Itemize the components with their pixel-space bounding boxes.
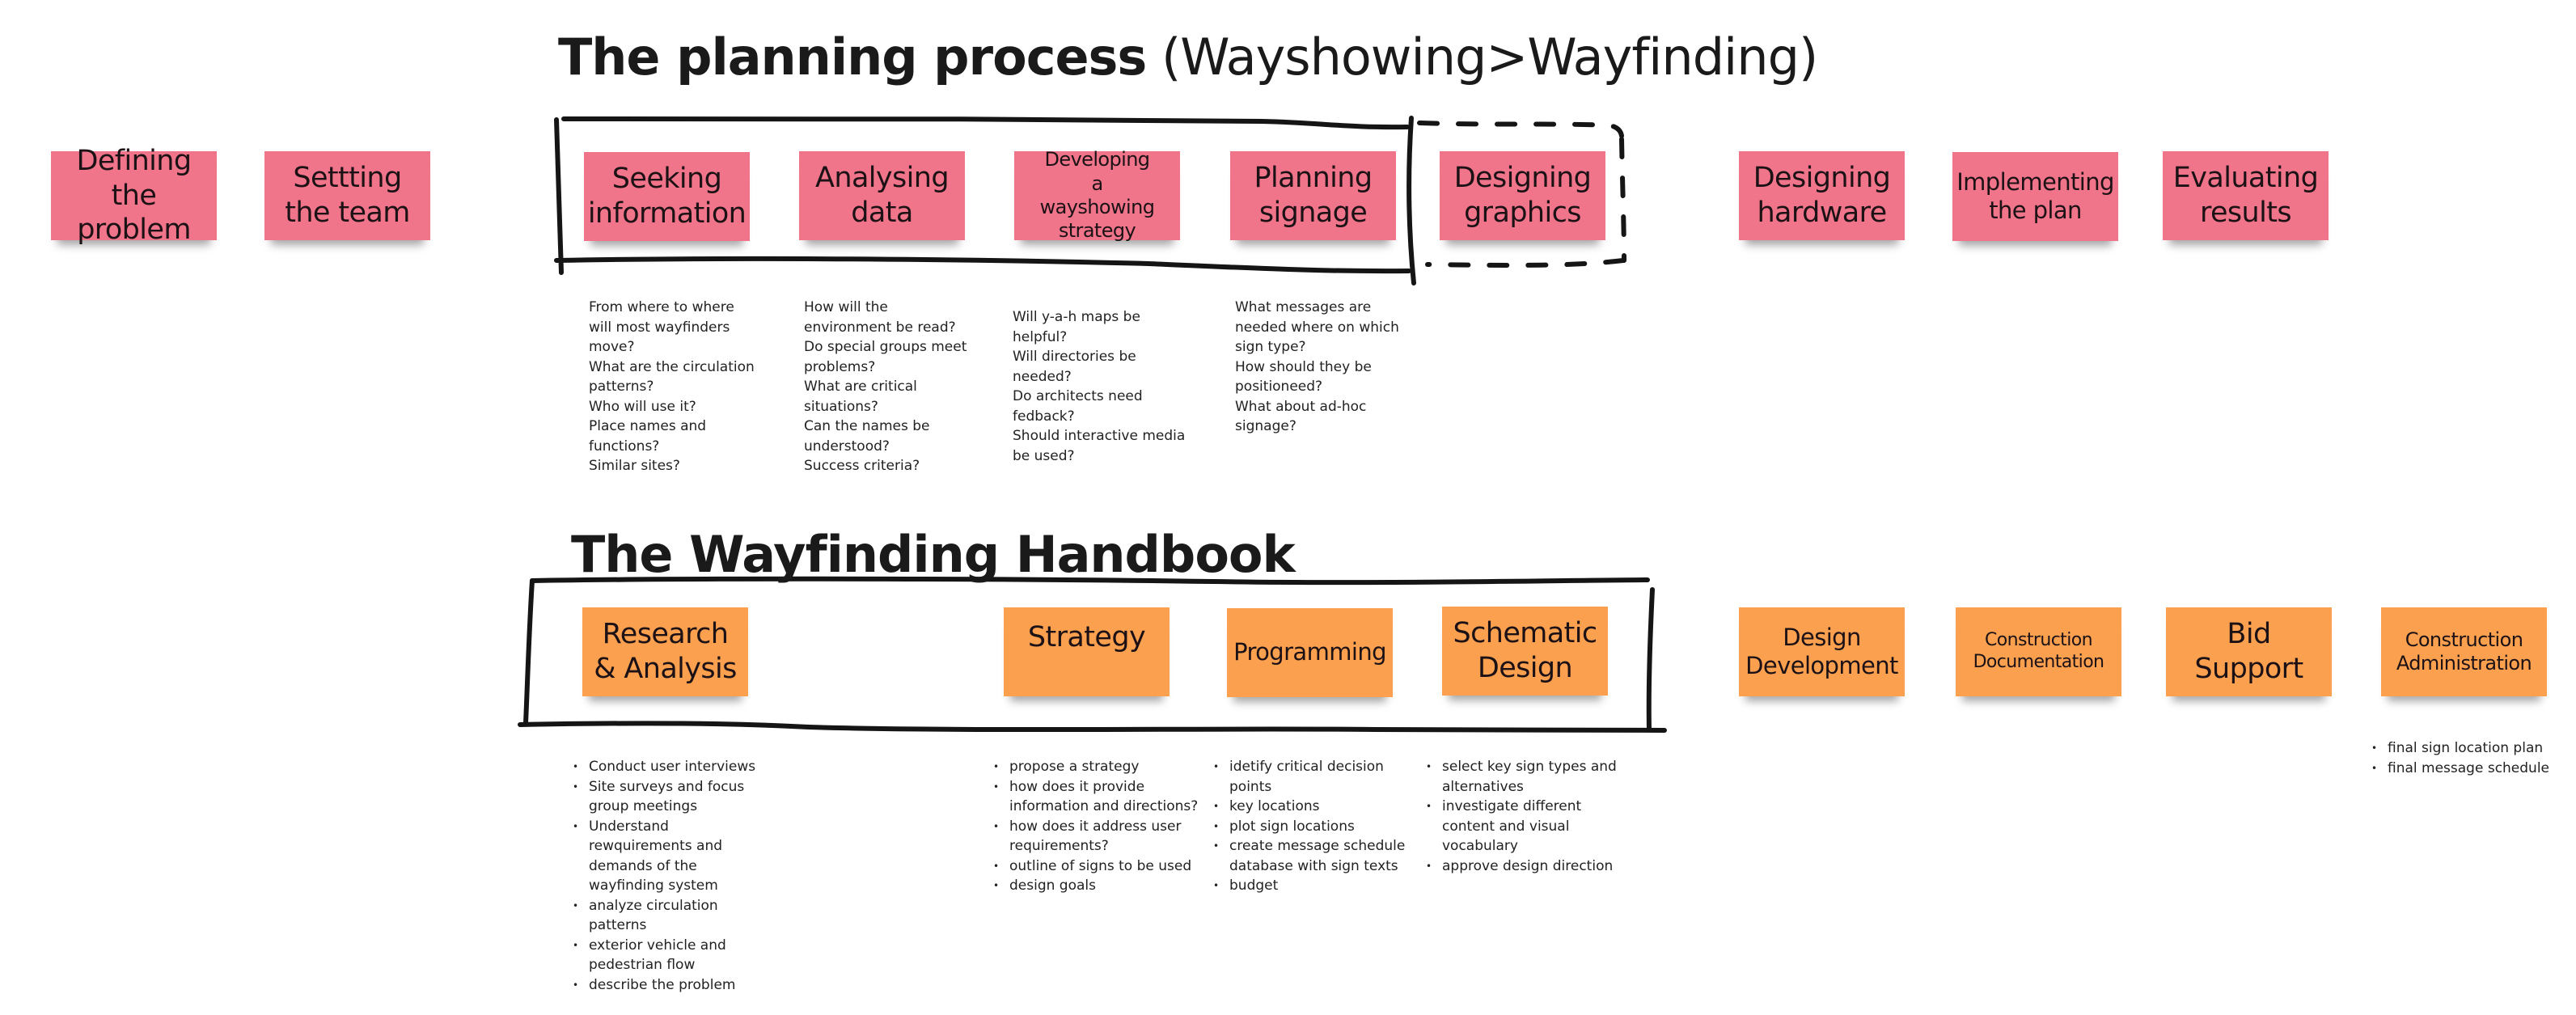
planning-process-title-bold: The planning process — [558, 27, 1147, 87]
questions-analysing-data: How will the environment be read? Do spe… — [804, 298, 978, 476]
question-line: What are the circulation patterns? — [589, 358, 755, 395]
sticky-note-construction-administration[interactable]: Construction Administration — [2381, 607, 2547, 696]
bullet-item: Understand rewquirements and demands of … — [573, 817, 767, 896]
sticky-note-construction-documentation[interactable]: Construction Documentation — [1956, 607, 2121, 696]
sticky-note-strategy[interactable]: Strategy — [1004, 607, 1170, 696]
sticky-note-implementing-the-plan[interactable]: Implementing the plan — [1952, 152, 2118, 241]
question-line: How will the environment be read? — [804, 299, 956, 336]
questions-developing-strategy: Will y-a-h maps be helpful? Will directo… — [1013, 307, 1199, 466]
sticky-note-schematic-design[interactable]: Schematic Design — [1442, 607, 1608, 696]
bullet-item: outline of signs to be used — [993, 856, 1203, 877]
question-line: Will directories be needed? — [1013, 349, 1136, 385]
sticky-note-developing-strategy[interactable]: Developing a wayshowing strategy — [1014, 148, 1180, 242]
bullet-item: describe the problem — [573, 975, 767, 996]
sticky-note-evaluating-results[interactable]: Evaluating results — [2163, 151, 2329, 240]
planning-process-title: The planning process (Wayshowing>Wayfind… — [558, 32, 1818, 82]
sticky-note-planning-signage[interactable]: Planning signage — [1230, 151, 1396, 240]
bullet-item: final sign location plan — [2371, 738, 2574, 759]
bullets-strategy: propose a strategy how does it provide i… — [993, 757, 1203, 896]
bullets-schematic-design: select key sign types and alternatives i… — [1426, 757, 1636, 876]
bullet-item: approve design direction — [1426, 856, 1636, 877]
bullet-item: investigate different content and visual… — [1426, 797, 1636, 856]
bullets-construction-administration: final sign location plan final message s… — [2371, 738, 2574, 778]
wayfinding-handbook-title: The Wayfinding Handbook — [571, 525, 1296, 584]
sticky-note-defining-the-problem[interactable]: Defining the problem — [51, 145, 217, 246]
question-line: Similar sites? — [589, 458, 680, 474]
sticky-note-research-analysis[interactable]: Research & Analysis — [582, 607, 748, 696]
bullet-item: select key sign types and alternatives — [1426, 757, 1636, 797]
bullet-item: final message schedule — [2371, 759, 2574, 779]
bullet-item: create message schedule database with si… — [1213, 836, 1407, 876]
bullet-item: design goals — [993, 876, 1203, 896]
bullet-item: propose a strategy — [993, 757, 1203, 777]
bullet-item: exterior vehicle and pedestrian flow — [573, 936, 767, 975]
question-line: What about ad-hoc signage? — [1235, 398, 1367, 435]
question-line: Success criteria? — [804, 458, 920, 474]
sticky-note-programming[interactable]: Programming — [1227, 608, 1393, 697]
question-line: How should they be positioneed? — [1235, 358, 1372, 395]
bullet-item: how does it provide information and dire… — [993, 777, 1203, 817]
bullet-item: Conduct user interviews — [573, 757, 767, 777]
question-line: Can the names be understood? — [804, 418, 930, 455]
bullet-item: key locations — [1213, 797, 1407, 817]
questions-seeking-information: From where to where will most wayfinders… — [589, 298, 759, 476]
planning-process-title-subtitle: (Wayshowing>Wayfinding) — [1161, 27, 1818, 87]
bullet-item: budget — [1213, 876, 1407, 896]
question-line: Should interactive media be used? — [1013, 428, 1186, 464]
sticky-note-designing-hardware[interactable]: Designing hardware — [1739, 151, 1905, 240]
bullet-item: idetify critical decision points — [1213, 757, 1407, 797]
sticky-note-setting-the-team[interactable]: Settting the team — [264, 151, 430, 240]
question-line: What messages are needed where on which … — [1235, 299, 1399, 355]
question-line: What are critical situations? — [804, 379, 917, 415]
sticky-note-bid-support[interactable]: Bid Support — [2166, 607, 2332, 696]
bullet-item: Site surveys and focus group meetings — [573, 777, 767, 817]
question-line: Who will use it? — [589, 398, 696, 415]
bullets-research-analysis: Conduct user interviews Site surveys and… — [573, 757, 767, 995]
sticky-note-seeking-information[interactable]: Seeking information — [584, 152, 750, 241]
question-line: Will y-a-h maps be helpful? — [1013, 309, 1140, 345]
questions-planning-signage: What messages are needed where on which … — [1235, 298, 1401, 437]
sticky-note-analysing-data[interactable]: Analysing data — [799, 151, 965, 240]
question-line: From where to where will most wayfinders… — [589, 299, 734, 355]
question-line: Do special groups meet problems? — [804, 339, 967, 375]
sticky-note-designing-graphics[interactable]: Designing graphics — [1440, 151, 1605, 240]
sticky-note-design-development[interactable]: Design Development — [1739, 607, 1905, 696]
bullets-programming: idetify critical decision points key loc… — [1213, 757, 1407, 896]
bullet-item: plot sign locations — [1213, 817, 1407, 837]
bullet-item: how does it address user requirements? — [993, 817, 1203, 856]
bullet-item: analyze circulation patterns — [573, 896, 767, 936]
question-line: Place names and functions? — [589, 418, 707, 455]
question-line: Do architects need fedback? — [1013, 388, 1143, 425]
